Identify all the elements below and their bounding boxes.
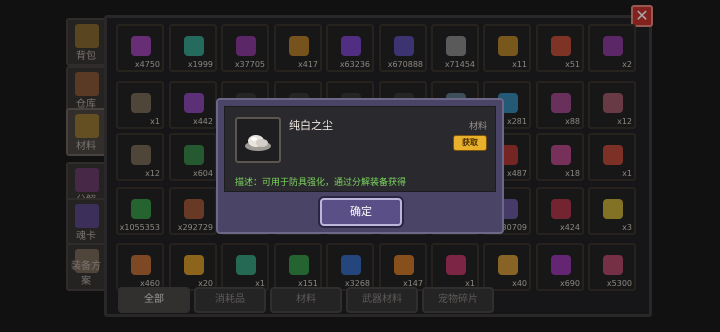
dust-pile-icon [245,135,271,151]
item-icon-slot [235,117,281,163]
item-detail-dialog: 纯白之尘 材料 获取 描述：可用于防具强化，通过分解装备获得 确定 [216,98,504,234]
get-source-button[interactable]: 获取 [453,135,487,151]
item-name: 纯白之尘 [289,119,333,132]
item-detail-body: 纯白之尘 材料 获取 描述：可用于防具强化，通过分解装备获得 [224,106,496,192]
item-description: 描述：可用于防具强化，通过分解装备获得 [235,178,407,188]
item-type: 材料 [468,122,487,132]
confirm-button[interactable]: 确定 [320,198,402,226]
